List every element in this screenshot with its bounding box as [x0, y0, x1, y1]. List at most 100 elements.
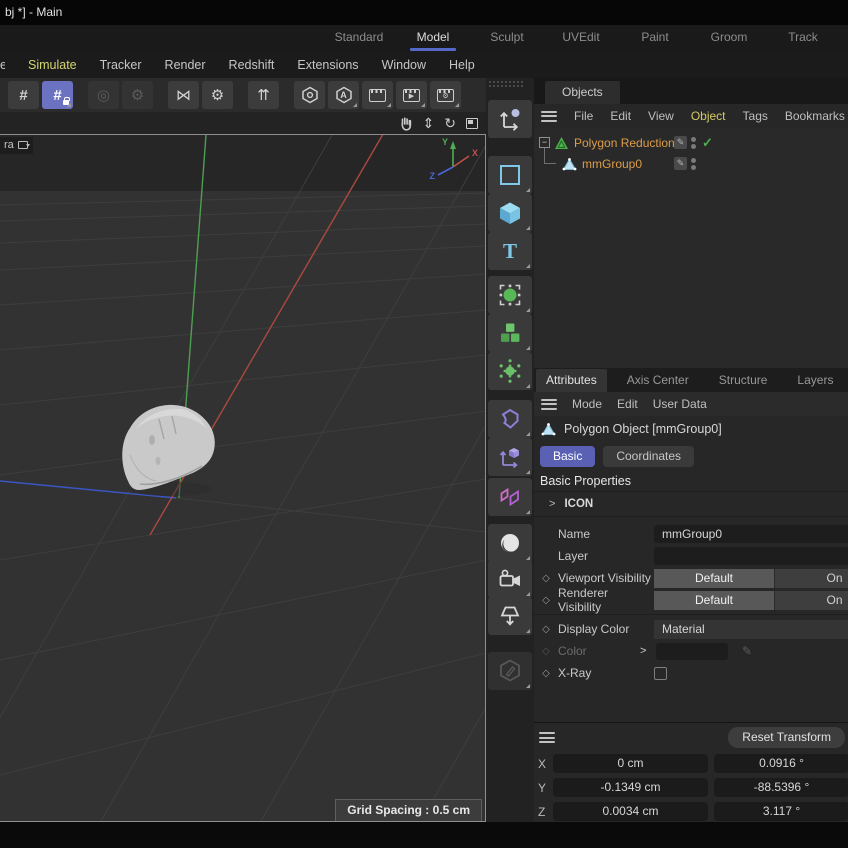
- attributes-hamburger-icon[interactable]: [541, 399, 557, 410]
- tab-structure[interactable]: Structure: [709, 369, 778, 392]
- tab-axis-center[interactable]: Axis Center: [617, 369, 699, 392]
- visibility-dots-icon[interactable]: [691, 158, 696, 170]
- layout-tab-paint[interactable]: Paint: [618, 25, 692, 52]
- reset-transform-button[interactable]: Reset Transform: [728, 727, 845, 748]
- visibility-on-button[interactable]: On: [774, 569, 848, 588]
- visibility-default-button[interactable]: Default: [654, 569, 774, 588]
- layout-tab-uvedit[interactable]: UVEdit: [544, 25, 618, 52]
- camera-button[interactable]: [488, 560, 532, 598]
- menu-simulate[interactable]: Simulate: [28, 58, 77, 72]
- 3d-viewport[interactable]: ra: [0, 134, 486, 822]
- keyframe-diamond-icon[interactable]: ◇: [534, 595, 558, 606]
- render-view-button[interactable]: [362, 81, 393, 109]
- layout-tab-track[interactable]: Track: [766, 25, 840, 52]
- render-settings-button[interactable]: ⚙: [430, 81, 461, 109]
- menu-redshift[interactable]: Redshift: [229, 58, 275, 72]
- menu-render[interactable]: Render: [165, 58, 206, 72]
- reorder-button[interactable]: ⇈: [248, 81, 279, 109]
- objects-hamburger-icon[interactable]: [541, 111, 557, 122]
- position-z-input[interactable]: 0.0034 cm: [553, 802, 708, 821]
- volume-builder-button[interactable]: [488, 314, 532, 352]
- fields-button[interactable]: [488, 352, 532, 390]
- attributes-menu-edit[interactable]: Edit: [617, 397, 638, 411]
- xray-checkbox[interactable]: [654, 667, 667, 680]
- mirror-settings-button[interactable]: ⚙: [202, 81, 233, 109]
- object-name-label[interactable]: Polygon Reduction: [574, 136, 675, 150]
- mirror-tool-button[interactable]: ⋈: [168, 81, 199, 109]
- generator-button[interactable]: [488, 276, 532, 314]
- rotation-b-input[interactable]: 3.117 °: [714, 802, 848, 821]
- name-input[interactable]: mmGroup0: [654, 525, 848, 543]
- layout-tab-groom[interactable]: Groom: [692, 25, 766, 52]
- layer-badge-icon[interactable]: ✎: [674, 157, 687, 170]
- snap-grid-button[interactable]: #: [8, 81, 39, 109]
- keyframe-diamond-icon[interactable]: ◇: [534, 668, 558, 679]
- objects-menu-object[interactable]: Object: [691, 109, 726, 123]
- tab-attributes[interactable]: Attributes: [536, 369, 607, 392]
- transform-tool-button[interactable]: [488, 100, 532, 138]
- coordinate-row-x: X 0 cm 0.0916 °: [534, 752, 848, 775]
- layout-tab-standard[interactable]: Standard: [322, 25, 396, 52]
- attributes-menu-userdata[interactable]: User Data: [653, 397, 707, 411]
- text-spline-button[interactable]: T: [488, 232, 532, 270]
- menu-tracker[interactable]: Tracker: [100, 58, 142, 72]
- position-y-input[interactable]: -0.1349 cm: [553, 778, 708, 797]
- hexagon-icon: [301, 86, 319, 104]
- menu-window[interactable]: Window: [382, 58, 426, 72]
- objects-menu-edit[interactable]: Edit: [610, 109, 631, 123]
- instance-button[interactable]: [488, 478, 532, 516]
- display-color-select[interactable]: Material: [654, 620, 848, 639]
- objects-menu-bookmarks[interactable]: Bookmarks: [785, 109, 845, 123]
- objects-menu-tags[interactable]: Tags: [743, 109, 768, 123]
- rotation-p-input[interactable]: -88.5396 °: [714, 778, 848, 797]
- deformer-button[interactable]: [488, 400, 532, 438]
- pan-hand-icon[interactable]: [399, 116, 413, 131]
- maximize-view-icon[interactable]: [466, 118, 478, 129]
- layout-tab-sculpt[interactable]: Sculpt: [470, 25, 544, 52]
- hexagon-asset-button[interactable]: A: [328, 81, 359, 109]
- menu-help[interactable]: Help: [449, 58, 475, 72]
- tab-objects[interactable]: Objects: [545, 81, 620, 104]
- rotate-view-icon[interactable]: ↻: [444, 116, 456, 130]
- enabled-check-icon[interactable]: ✓: [702, 135, 713, 151]
- environment-button[interactable]: [488, 524, 532, 562]
- axis-modify-button[interactable]: [488, 438, 532, 476]
- icon-section-header[interactable]: > ICON: [534, 492, 848, 517]
- mode-tab-basic[interactable]: Basic: [540, 446, 595, 467]
- viewport-camera-menu[interactable]: ra: [0, 137, 33, 154]
- tree-row-mmgroup0[interactable]: mmGroup0 ✎: [534, 153, 848, 174]
- rotation-h-input[interactable]: 0.0916 °: [714, 754, 848, 773]
- keyframe-diamond-icon[interactable]: ◇: [534, 573, 558, 584]
- dolly-icon[interactable]: ⇕: [423, 116, 435, 130]
- keyframe-diamond-icon[interactable]: ◇: [534, 624, 558, 635]
- render-picture-viewer-button[interactable]: ▶: [396, 81, 427, 109]
- camera-icon: [497, 566, 523, 592]
- primitive-cube-button[interactable]: [488, 194, 532, 232]
- visibility-on-button[interactable]: On: [774, 591, 848, 610]
- mode-tab-coordinates[interactable]: Coordinates: [603, 446, 694, 467]
- layout-tab-model[interactable]: Model: [396, 25, 470, 52]
- layer-input[interactable]: [654, 547, 848, 565]
- spline-rectangle-button[interactable]: [488, 156, 532, 194]
- palette-grip[interactable]: [489, 81, 523, 88]
- layer-badge-icon[interactable]: ✎: [674, 136, 687, 149]
- viewport-canvas[interactable]: Y X Z: [0, 135, 486, 822]
- tree-row-polygon-reduction[interactable]: − Polygon Reduction ✎ ✓: [534, 132, 848, 153]
- expander-icon[interactable]: −: [539, 137, 550, 148]
- menu-extensions[interactable]: Extensions: [297, 58, 358, 72]
- objects-menu-file[interactable]: File: [574, 109, 593, 123]
- visibility-default-button[interactable]: Default: [654, 591, 774, 610]
- generator-sphere-icon: [497, 282, 523, 308]
- stage-button[interactable]: [488, 597, 532, 635]
- attributes-menu-mode[interactable]: Mode: [572, 397, 602, 411]
- color-row-disabled: ◇ Color > ✎: [534, 640, 848, 662]
- lock-icon: [63, 100, 69, 105]
- tab-layers[interactable]: Layers: [787, 369, 843, 392]
- coordinates-hamburger-icon[interactable]: [539, 732, 555, 743]
- object-name-label[interactable]: mmGroup0: [582, 157, 642, 171]
- hexagon-material-button[interactable]: [294, 81, 325, 109]
- visibility-dots-icon[interactable]: [691, 137, 696, 149]
- objects-menu-view[interactable]: View: [648, 109, 674, 123]
- position-x-input[interactable]: 0 cm: [553, 754, 708, 773]
- snap-grid-lock-button[interactable]: #: [42, 81, 73, 109]
